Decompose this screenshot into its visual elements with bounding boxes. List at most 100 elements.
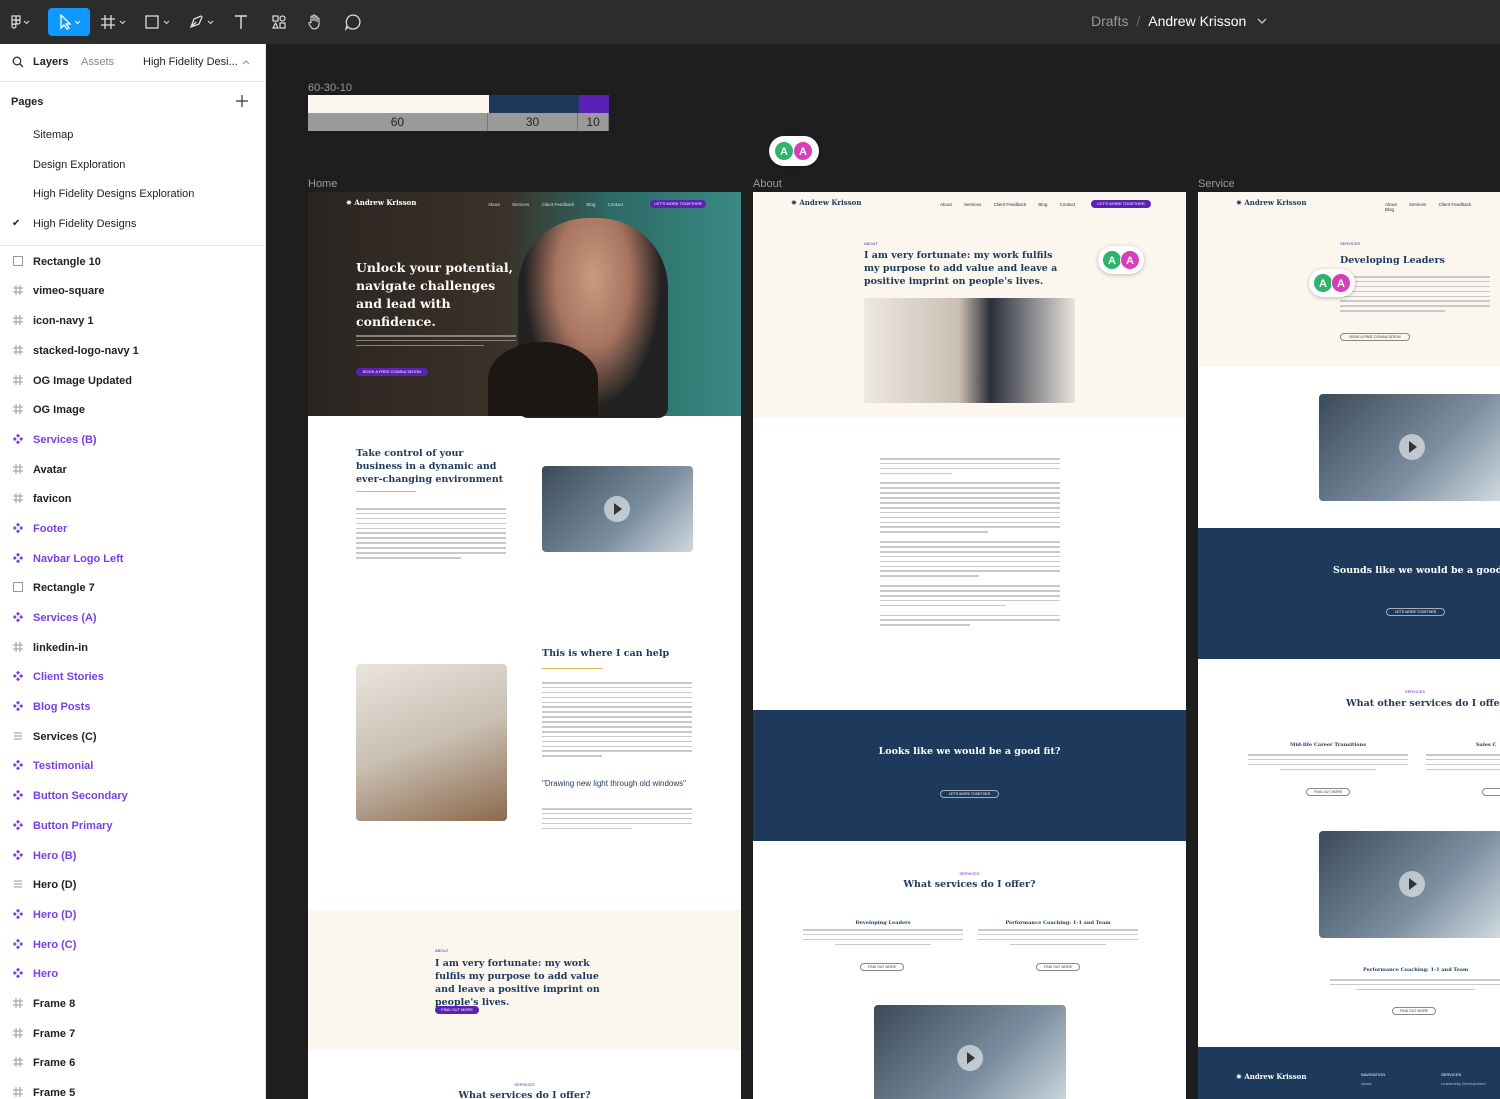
logo[interactable]: ✷ Andrew Krisson xyxy=(791,198,861,207)
layer-item[interactable]: Services (C) xyxy=(0,722,265,752)
nav-link-client-feedback[interactable]: Client Feedback xyxy=(1439,202,1472,207)
layer-item[interactable]: favicon xyxy=(0,484,265,514)
layer-item[interactable]: Rectangle 10 xyxy=(0,247,265,277)
layer-item[interactable]: Navbar Logo Left xyxy=(0,544,265,574)
text-tool-button[interactable] xyxy=(228,8,254,36)
chevron-up-icon[interactable] xyxy=(241,58,251,66)
layer-item[interactable]: icon-navy 1 xyxy=(0,306,265,336)
footer-link[interactable]: About xyxy=(1361,1081,1371,1086)
layer-item[interactable]: Hero (D) xyxy=(0,870,265,900)
find-out-more-button[interactable]: FIND OUT MORE xyxy=(1392,1007,1436,1015)
avatar[interactable]: A xyxy=(793,141,813,161)
nav-link-services[interactable]: Services xyxy=(512,202,529,207)
layer-item[interactable]: Avatar xyxy=(0,455,265,485)
layer-item[interactable]: Rectangle 7 xyxy=(0,573,265,603)
hero-cta-button[interactable]: BOOK A FREE CONSULTATION xyxy=(356,368,428,376)
layer-item[interactable]: Frame 6 xyxy=(0,1048,265,1078)
avatar[interactable]: A xyxy=(1102,250,1122,270)
nav-link-services[interactable]: Services xyxy=(1409,202,1426,207)
nav-link-about[interactable]: About xyxy=(488,202,500,207)
avatar[interactable]: A xyxy=(1313,273,1333,293)
page-item[interactable]: ✔ High Fidelity Designs xyxy=(0,209,265,239)
main-menu-button[interactable] xyxy=(6,8,36,36)
avatar[interactable]: A xyxy=(1120,250,1140,270)
page-item[interactable]: Design Exploration xyxy=(0,150,265,180)
logo[interactable]: ✷ Andrew Krisson xyxy=(1236,198,1306,207)
comment-tool-button[interactable] xyxy=(340,8,366,36)
about-frame[interactable]: ✷ Andrew Krisson About Services Client F… xyxy=(753,192,1186,1099)
layer-item[interactable]: Button Primary xyxy=(0,811,265,841)
design-canvas[interactable]: 60-30-10 60 30 10 A A Home ✷ Andrew Krisso… xyxy=(266,44,1500,1099)
add-page-icon[interactable] xyxy=(235,94,249,108)
collaborator-avatars[interactable]: A A xyxy=(1309,269,1355,297)
layer-item[interactable]: Hero xyxy=(0,959,265,989)
hand-tool-button[interactable] xyxy=(302,8,328,36)
frame-label-home[interactable]: Home xyxy=(308,178,337,190)
layer-item[interactable]: Blog Posts xyxy=(0,692,265,722)
nav-link-blog[interactable]: Blog xyxy=(1385,207,1394,212)
layer-item[interactable]: OG Image xyxy=(0,395,265,425)
nav-link-contact[interactable]: Contact xyxy=(608,202,624,207)
footer-logo[interactable]: ✷ Andrew Krisson xyxy=(1236,1072,1306,1081)
cta-button[interactable]: LET'S WORK TOGETHER xyxy=(1386,608,1445,616)
home-frame[interactable]: ✷ Andrew Krisson About Services Client F… xyxy=(308,192,741,1099)
layer-item[interactable]: stacked-logo-navy 1 xyxy=(0,336,265,366)
layer-item[interactable]: Hero (C) xyxy=(0,930,265,960)
ratio-swatch[interactable]: 60 30 10 xyxy=(308,95,609,131)
nav-link-blog[interactable]: Blog xyxy=(586,202,595,207)
cta-button[interactable]: LET'S WORK TOGETHER xyxy=(940,790,999,798)
footer-link[interactable]: Leadership Development xyxy=(1441,1081,1485,1086)
find-out-more-button[interactable]: FIND OUT MORE xyxy=(1306,788,1350,796)
layer-item[interactable]: Services (A) xyxy=(0,603,265,633)
tab-layers[interactable]: Layers xyxy=(33,56,68,68)
layer-item[interactable]: OG Image Updated xyxy=(0,366,265,396)
find-out-more-button[interactable] xyxy=(1482,788,1500,796)
breadcrumb-file-name[interactable]: Andrew Krisson xyxy=(1148,13,1246,29)
video-thumbnail[interactable] xyxy=(1319,831,1500,938)
logo[interactable]: ✷ Andrew Krisson xyxy=(346,198,416,207)
service-frame[interactable]: ✷ Andrew Krisson About Services Client F… xyxy=(1198,192,1500,1099)
find-out-more-button[interactable]: FIND OUT MORE xyxy=(435,1006,479,1014)
layer-item[interactable]: Frame 5 xyxy=(0,1078,265,1099)
nav-cta-button[interactable]: LET'S WORK TOGETHER xyxy=(650,200,706,208)
collaborator-avatars[interactable]: A A xyxy=(1098,246,1144,274)
frame-tool-button[interactable] xyxy=(98,8,132,36)
page-item[interactable]: High Fidelity Designs Exploration xyxy=(0,179,265,209)
page-item[interactable]: Sitemap xyxy=(0,120,265,150)
layer-item[interactable]: Testimonial xyxy=(0,751,265,781)
avatar[interactable]: A xyxy=(1331,273,1351,293)
pen-tool-button[interactable] xyxy=(186,8,220,36)
resources-tool-button[interactable] xyxy=(266,8,292,36)
nav-cta-button[interactable]: LET'S WORK TOGETHER xyxy=(1091,200,1151,208)
nav-link-client-feedback[interactable]: Client Feedback xyxy=(542,202,575,207)
collaborator-avatars[interactable]: A A xyxy=(769,136,819,166)
nav-link-about[interactable]: About xyxy=(940,202,952,207)
page-switcher[interactable]: High Fidelity Desi... xyxy=(143,56,238,68)
chevron-down-icon[interactable] xyxy=(1256,16,1268,26)
find-out-more-button[interactable]: FIND OUT MORE xyxy=(860,963,904,971)
play-icon[interactable] xyxy=(604,496,630,522)
breadcrumb-folder[interactable]: Drafts xyxy=(1091,13,1128,29)
layer-item[interactable]: Footer xyxy=(0,514,265,544)
play-icon[interactable] xyxy=(957,1045,983,1071)
avatar[interactable]: A xyxy=(774,141,794,161)
layer-item[interactable]: Frame 8 xyxy=(0,989,265,1019)
layer-item[interactable]: Services (B) xyxy=(0,425,265,455)
find-out-more-button[interactable]: FIND OUT MORE xyxy=(1036,963,1080,971)
search-icon[interactable] xyxy=(12,56,24,68)
layer-item[interactable]: vimeo-square xyxy=(0,276,265,306)
play-icon[interactable] xyxy=(1399,871,1425,897)
nav-link-contact[interactable]: Contact xyxy=(1060,202,1076,207)
nav-link-client-feedback[interactable]: Client Feedback xyxy=(994,202,1027,207)
layer-item[interactable]: Client Stories xyxy=(0,662,265,692)
book-consultation-button[interactable]: BOOK A FREE CONSULTATION xyxy=(1340,333,1410,341)
ratio-frame-label[interactable]: 60-30-10 xyxy=(308,82,352,94)
layer-item[interactable]: Hero (B) xyxy=(0,841,265,871)
nav-link-services[interactable]: Services xyxy=(964,202,981,207)
frame-label-about[interactable]: About xyxy=(753,178,782,190)
frame-label-service[interactable]: Service xyxy=(1198,178,1235,190)
tab-assets[interactable]: Assets xyxy=(81,56,114,68)
video-thumbnail[interactable] xyxy=(874,1005,1066,1099)
shape-tool-button[interactable] xyxy=(142,8,176,36)
play-icon[interactable] xyxy=(1399,434,1425,460)
